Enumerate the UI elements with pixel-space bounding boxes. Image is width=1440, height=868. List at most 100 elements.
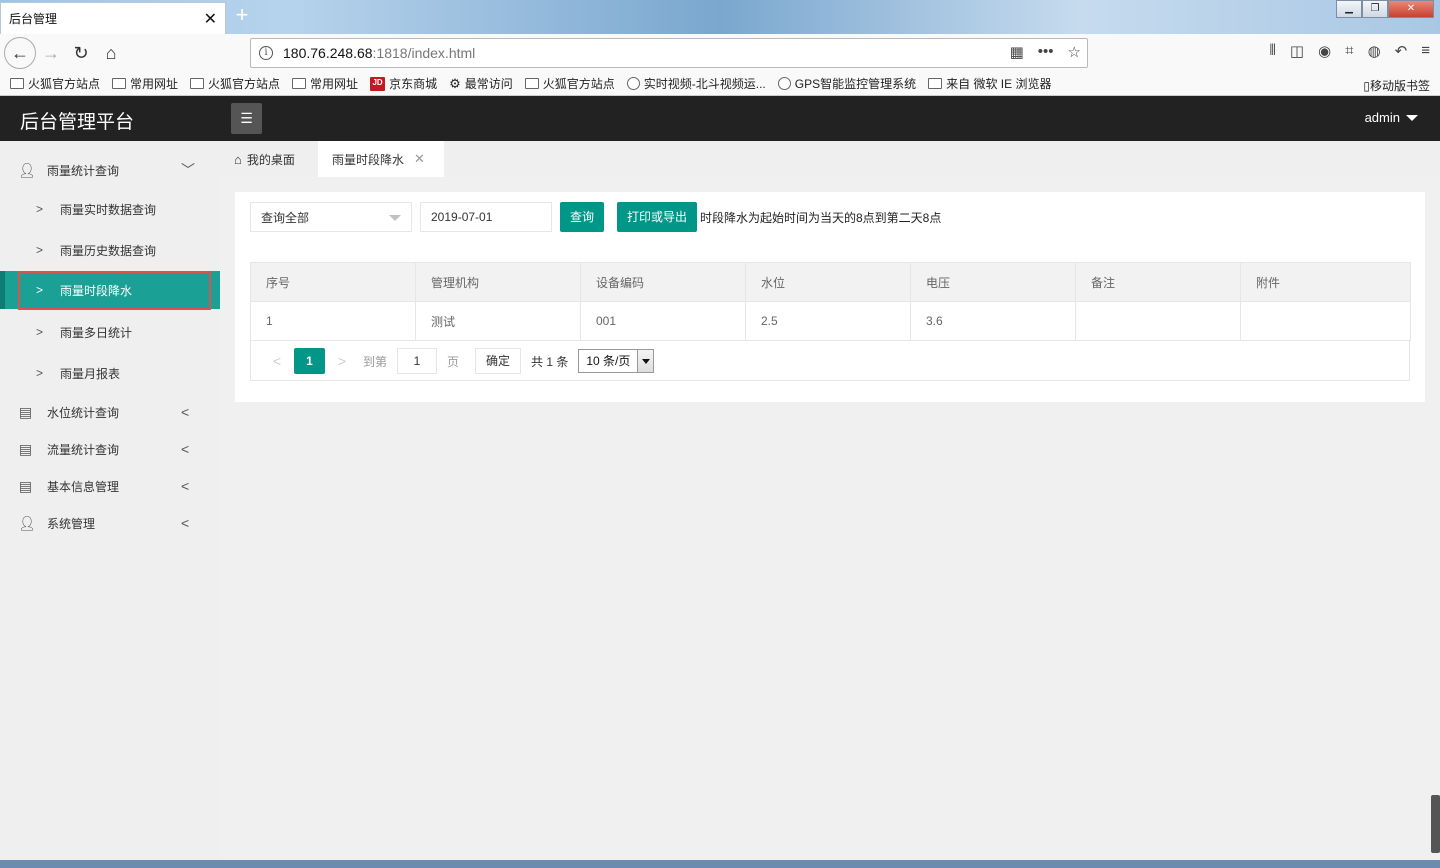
sidebar-item-rain-history[interactable]: > 雨量历史数据查询 [0,231,220,269]
tab-rain-period[interactable]: 雨量时段降水 ✕ [318,141,444,177]
phone-icon: ▯ [1363,79,1370,93]
bookmark-item[interactable]: 实时视频-北斗视频运... [626,75,766,92]
user-icon: 👤︎ [18,161,36,178]
column-header: 水位 [745,262,911,302]
sidebar-group-label: 基本信息管理 [47,479,120,494]
bookmark-item[interactable]: 火狐官方站点 [190,75,280,92]
print-export-button[interactable]: 打印或导出 [617,202,697,232]
caret-down-icon [1406,114,1418,121]
sidebar-group-label: 雨量统计查询 [47,163,120,178]
sidebar-group-flow[interactable]: ▤ 流量统计查询 < [0,431,220,467]
table-cell [1240,301,1411,341]
current-page[interactable]: 1 [294,348,325,374]
query-button[interactable]: 查询 [560,202,604,232]
forward-button[interactable]: → [36,38,66,68]
bookmark-star-icon[interactable]: ☆ [1068,43,1081,61]
hamburger-menu-icon[interactable]: ≡ [1421,42,1430,60]
reload-button[interactable]: ↻ [66,38,96,68]
data-table: 序号 管理机构 设备编码 水位 电压 备注 附件 1 测试 001 2.5 3.… [250,262,1411,341]
undo-icon[interactable]: ↶ [1395,42,1408,60]
jd-icon: JD [370,76,386,91]
period-hint: 时段降水为起始时间为当天的8点到第二天8点 [700,211,942,225]
dropdown-arrow-icon[interactable] [637,350,654,372]
page-label: 页 [447,354,460,369]
prev-page-icon[interactable]: < [266,353,288,369]
table-cell: 2.5 [745,301,911,341]
user-icon: 👤︎ [18,514,36,531]
column-header: 电压 [910,262,1076,302]
folder-icon [292,78,307,89]
browser-tab[interactable]: 后台管理 ✕ [0,2,226,34]
back-button[interactable]: ← [4,37,36,69]
qr-code-icon[interactable]: ▦ [1010,43,1024,61]
globe-icon [626,77,640,90]
bookmark-item[interactable]: 常用网址 [112,75,178,92]
maximize-button[interactable]: ❐ [1362,0,1388,18]
scrollbar[interactable] [1431,795,1440,853]
column-header: 设备编码 [580,262,746,302]
close-icon[interactable]: ✕ [414,151,425,167]
sidebar-item-rain-multiday[interactable]: > 雨量多日统计 [0,313,220,351]
station-select[interactable]: 查询全部 [250,202,412,232]
tab-label: 我的桌面 [246,152,295,167]
total-count: 共 1 条 [531,354,569,369]
bookmark-item[interactable]: GPS智能监控管理系统 [777,75,916,92]
bookmark-item[interactable]: 常用网址 [292,75,358,92]
chat-icon[interactable]: ◍ [1368,42,1381,60]
site-info-icon[interactable]: i [259,46,273,60]
bookmark-item[interactable]: ⚙ 最常访问 [449,75,513,92]
mobile-bookmarks[interactable]: ▯移动版书签 [1363,77,1430,94]
tab-home[interactable]: ⌂ 我的桌面 [234,141,295,177]
app-header: 后台管理平台 ☰ admin [0,96,1440,141]
chevron-left-icon: < [181,515,190,531]
bookmark-item[interactable]: 火狐官方站点 [524,75,615,92]
table-cell: 001 [580,301,746,341]
browser-titlebar: 后台管理 ✕ + ▁ ❐ ✕ [0,0,1440,34]
chevron-down-icon: ﹀ [181,162,195,178]
bookmark-item[interactable]: JD 京东商城 [370,75,437,92]
home-button[interactable]: ⌂ [96,38,126,68]
extension-icon[interactable]: ◉ [1318,42,1331,60]
new-tab-button[interactable]: + [230,4,254,28]
window-controls: ▁ ❐ ✕ [1336,0,1434,18]
close-tab-icon[interactable]: ✕ [204,9,217,29]
goto-page-input[interactable] [397,348,438,374]
sidebar-item-rain-monthly[interactable]: > 雨量月报表 [0,354,220,392]
folder-icon [928,78,943,89]
sidebar-group-rainfall[interactable]: 👤︎ 雨量统计查询 ﹀ [0,152,220,188]
table-header-row: 序号 管理机构 设备编码 水位 电压 备注 附件 [250,262,1411,302]
page-size-select[interactable]: 10 条/页 [578,349,655,373]
next-page-icon[interactable]: > [331,353,353,369]
column-header: 备注 [1075,262,1241,302]
menu-toggle-button[interactable]: ☰ [231,103,262,134]
sidebar-group-system[interactable]: 👤︎ 系统管理 < [0,505,220,541]
screenshot-icon[interactable]: ⌗ [1345,42,1353,60]
minimize-button[interactable]: ▁ [1336,0,1362,18]
goto-confirm-button[interactable]: 确定 [475,348,522,374]
column-header: 序号 [250,262,416,302]
window-close-button[interactable]: ✕ [1388,0,1434,18]
library-icon[interactable]: ⫴ [1270,42,1276,60]
bookmark-item[interactable]: 火狐官方站点 [10,75,100,92]
bookmark-item[interactable]: 来自 微软 IE 浏览器 [928,75,1051,92]
user-menu[interactable]: admin [1365,110,1418,125]
sidebar-group-basic-info[interactable]: ▤ 基本信息管理 < [0,468,220,504]
table-cell: 3.6 [910,301,1076,341]
sidebar-item-rain-realtime[interactable]: > 雨量实时数据查询 [0,190,220,228]
chevron-left-icon: < [181,478,190,494]
sidebar-toggle-icon[interactable]: ◫ [1290,42,1304,60]
sidebar-group-label: 流量统计查询 [47,442,120,457]
address-bar[interactable]: i 180.76.248.68 :1818/index.html ▦ ••• ☆ [250,38,1088,68]
goto-label: 到第 [363,354,388,369]
folder-icon [190,78,205,89]
more-actions-icon[interactable]: ••• [1038,43,1054,61]
home-icon: ⌂ [234,151,242,167]
sidebar-item-label: 雨量历史数据查询 [60,243,157,258]
date-input[interactable] [420,202,552,232]
document-icon: ▤ [18,403,33,420]
chevron-right-icon: > [36,283,44,297]
column-header: 管理机构 [415,262,581,302]
sidebar-item-rain-period[interactable]: > 雨量时段降水 [0,271,220,309]
sidebar-item-label: 雨量时段降水 [60,283,133,298]
sidebar-group-waterlevel[interactable]: ▤ 水位统计查询 < [0,394,220,430]
